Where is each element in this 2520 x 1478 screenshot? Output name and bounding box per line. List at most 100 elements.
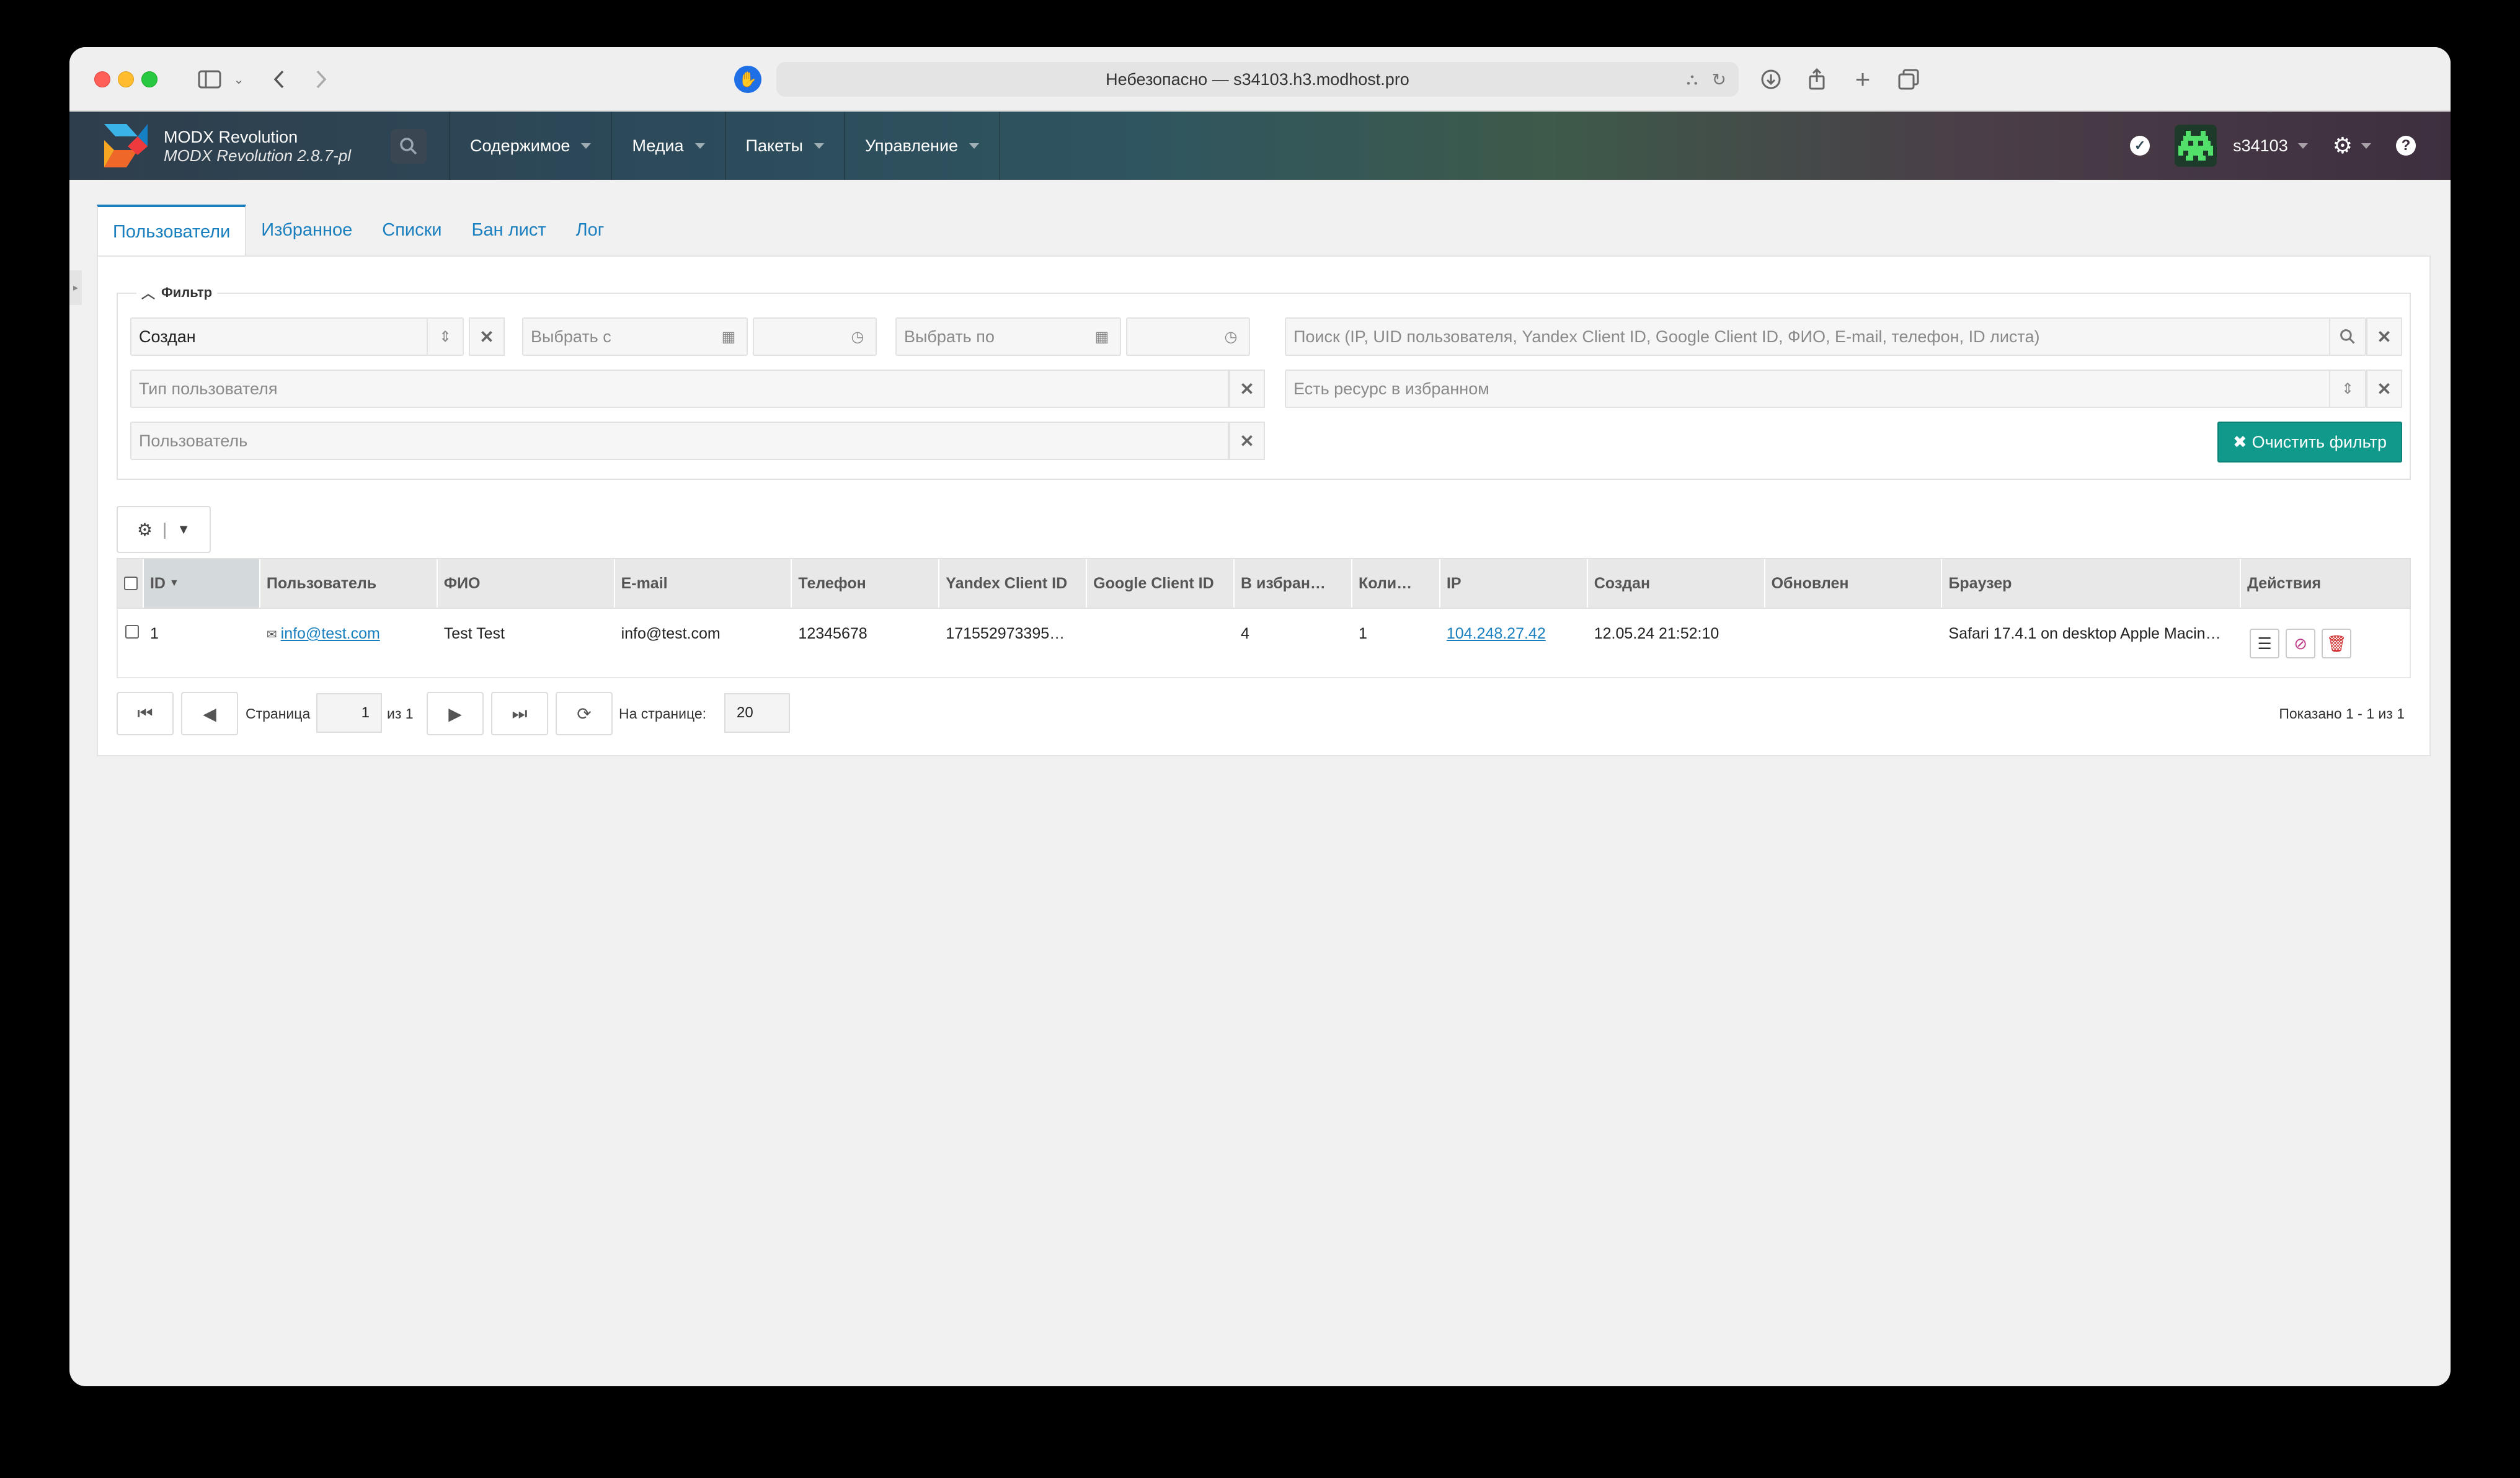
page-label: Страница (246, 706, 311, 722)
nav-label: Пакеты (745, 136, 803, 155)
nav-packages[interactable]: Пакеты (724, 112, 844, 180)
caret-down-icon: ▼ (177, 521, 191, 537)
first-page-icon[interactable]: ⏮ (117, 692, 174, 735)
app-version: MODX Revolution 2.8.7-pl (164, 146, 352, 165)
user-type-select[interactable]: Тип пользователя ⇕ (130, 370, 1265, 408)
clear-user-button[interactable]: ✕ (1229, 422, 1265, 460)
column-yandex-client-id[interactable]: Yandex Client ID (939, 559, 1088, 608)
user-placeholder: Пользователь (139, 431, 248, 450)
nav-media[interactable]: Медиа (611, 112, 724, 180)
next-page-icon[interactable]: ▶ (427, 692, 484, 735)
caret-down-icon (581, 143, 592, 149)
search-icon[interactable] (2329, 319, 2365, 355)
trash-icon[interactable]: 🗑 (2322, 629, 2352, 658)
search-input[interactable]: Поиск (IP, UID пользователя, Yandex Clie… (1285, 317, 2366, 356)
downloads-icon[interactable] (1756, 63, 1786, 95)
column-email[interactable]: E-mail (615, 559, 792, 608)
user-link[interactable]: info@test.com (281, 625, 380, 642)
new-tab-icon[interactable]: + (1848, 63, 1878, 95)
ip-link[interactable]: 104.248.27.42 (1447, 625, 1546, 642)
filter-fieldset: ︿ Фильтр Создан ⇕ ✕ Выбрать с ▦ ◷ Выбрат… (117, 283, 2411, 480)
reload-icon[interactable]: ↻ (1712, 69, 1726, 90)
date-field-select[interactable]: Создан ⇕ (130, 317, 464, 356)
clear-filter-button[interactable]: ✖ Очистить фильтр (2217, 422, 2402, 462)
column-id[interactable]: ID ▼ (143, 559, 260, 608)
last-page-icon[interactable]: ⏭ (491, 692, 548, 735)
favorite-resource-select[interactable]: Есть ресурс в избранном ⇕ (1285, 370, 2366, 408)
shown-count: Показано 1 - 1 из 1 (2279, 706, 2405, 722)
table-row[interactable]: 1 ✉ info@test.com Test Test info@test.com… (117, 609, 2411, 678)
nav-manage[interactable]: Управление (843, 112, 1001, 180)
zoom-window-button[interactable] (141, 71, 158, 87)
user-menu[interactable]: s34103 (2175, 125, 2308, 167)
sort-arrows-icon[interactable]: ⇕ (2329, 371, 2365, 407)
share-icon[interactable] (1802, 63, 1832, 95)
help-icon[interactable]: ? (2396, 136, 2416, 156)
translate-icon[interactable]: ⛬ (1687, 69, 1698, 89)
column-fio[interactable]: ФИО (438, 559, 615, 608)
refresh-icon[interactable]: ⟳ (556, 692, 613, 735)
search-icon[interactable] (391, 129, 427, 164)
nav-content[interactable]: Содержимое (449, 112, 611, 180)
address-bar[interactable]: Небезопасно — s34103.h3.modhost.pro ⛬ ↻ (776, 62, 1739, 97)
user-type-placeholder: Тип пользователя (139, 379, 278, 398)
column-favorites[interactable]: В избран… (1235, 559, 1352, 608)
minimize-window-button[interactable] (118, 71, 134, 87)
column-count[interactable]: Коли… (1352, 559, 1440, 608)
sort-arrows-icon[interactable]: ⇕ (427, 319, 463, 355)
sidebar-toggle-icon[interactable] (191, 63, 228, 95)
column-phone[interactable]: Телефон (792, 559, 940, 608)
clock-icon[interactable]: ◷ (1213, 319, 1249, 355)
filter-legend[interactable]: ︿ Фильтр (136, 283, 218, 303)
users-panel: ︿ Фильтр Создан ⇕ ✕ Выбрать с ▦ ◷ Выбрат… (97, 255, 2431, 756)
user-select[interactable]: Пользователь ⇕ (130, 422, 1265, 460)
per-page-input[interactable]: 20 (724, 693, 790, 733)
tab-favorites[interactable]: Избранное (246, 205, 367, 255)
privacy-shield-icon[interactable]: ✋ (734, 66, 761, 93)
modx-header: MODX Revolution MODX Revolution 2.8.7-pl… (69, 112, 2451, 180)
select-all-checkbox[interactable] (118, 559, 144, 608)
cell-browser: Safari 17.4.1 on desktop Apple Macin… (1948, 625, 2221, 642)
forward-icon[interactable] (308, 63, 335, 95)
prev-page-icon[interactable]: ◀ (181, 692, 238, 735)
pagination-bar: ⏮ ◀ Страница 1 из 1 ▶ ⏭ ⟳ На странице: 2… (117, 692, 2411, 735)
calendar-icon[interactable]: ▦ (1084, 319, 1120, 355)
tab-overview-icon[interactable] (1894, 63, 1923, 95)
ban-icon[interactable]: ⊘ (2286, 629, 2316, 658)
tab-ban-list[interactable]: Бан лист (456, 205, 561, 255)
clear-user-type-button[interactable]: ✕ (1229, 370, 1265, 408)
column-user[interactable]: Пользователь (260, 559, 438, 608)
check-icon[interactable]: ✓ (2130, 136, 2150, 156)
cell-id: 1 (149, 625, 159, 642)
column-google-client-id[interactable]: Google Client ID (1087, 559, 1235, 608)
caret-down-icon (2361, 143, 2371, 149)
clear-date-field-button[interactable]: ✕ (469, 317, 505, 356)
time-from-input[interactable]: ◷ (753, 317, 877, 356)
column-ip[interactable]: IP (1440, 559, 1588, 608)
close-window-button[interactable] (94, 71, 110, 87)
time-to-input[interactable]: ◷ (1126, 317, 1250, 356)
column-actions[interactable]: Действия (2241, 559, 2410, 608)
page-input[interactable]: 1 (316, 693, 382, 733)
modx-logo-icon[interactable] (102, 122, 150, 170)
chevron-down-icon[interactable]: ⌄ (229, 63, 248, 95)
caret-down-icon (694, 143, 705, 149)
date-from-input[interactable]: Выбрать с ▦ (522, 317, 748, 356)
clear-search-button[interactable]: ✕ (2366, 317, 2402, 356)
column-updated[interactable]: Обновлен (1765, 559, 1943, 608)
column-created[interactable]: Создан (1588, 559, 1765, 608)
clock-icon[interactable]: ◷ (840, 319, 876, 355)
row-checkbox[interactable] (118, 609, 144, 677)
tree-expand-handle[interactable]: ▸ (69, 270, 82, 305)
settings-menu[interactable]: ⚙ (2333, 133, 2371, 159)
tab-users[interactable]: Пользователи (97, 205, 247, 257)
column-browser[interactable]: Браузер (1942, 559, 2242, 608)
date-to-input[interactable]: Выбрать по ▦ (895, 317, 1121, 356)
list-icon[interactable]: ☰ (2250, 629, 2280, 658)
tab-lists[interactable]: Списки (367, 205, 456, 255)
clear-favorite-resource-button[interactable]: ✕ (2366, 370, 2402, 408)
actions-dropdown-button[interactable]: ⚙ | ▼ (117, 506, 211, 553)
back-icon[interactable] (265, 63, 293, 95)
calendar-icon[interactable]: ▦ (711, 319, 747, 355)
tab-log[interactable]: Лог (561, 205, 619, 255)
